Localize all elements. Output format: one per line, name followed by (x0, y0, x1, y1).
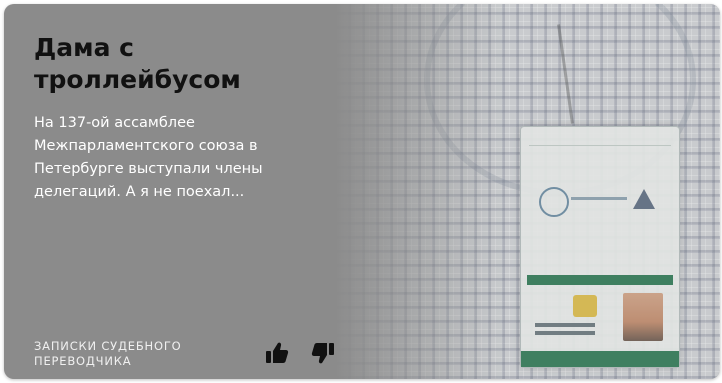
article-excerpt[interactable]: На 137-ой ассамблее Межпарламентского со… (34, 112, 304, 204)
thumb-down-icon (311, 343, 334, 364)
channel-name[interactable]: ЗАПИСКИ СУДЕБНОГО ПЕРЕВОДЧИКА (34, 339, 234, 369)
like-button[interactable] (262, 338, 292, 368)
thumb-up-icon (266, 342, 289, 363)
article-title[interactable]: Дама с троллейбусом (34, 32, 334, 96)
dislike-button[interactable] (308, 338, 338, 368)
article-card[interactable]: Дама с троллейбусом На 137-ой ассамблее … (4, 4, 720, 379)
image-gradient (334, 4, 504, 379)
conference-badge-image (520, 126, 680, 368)
